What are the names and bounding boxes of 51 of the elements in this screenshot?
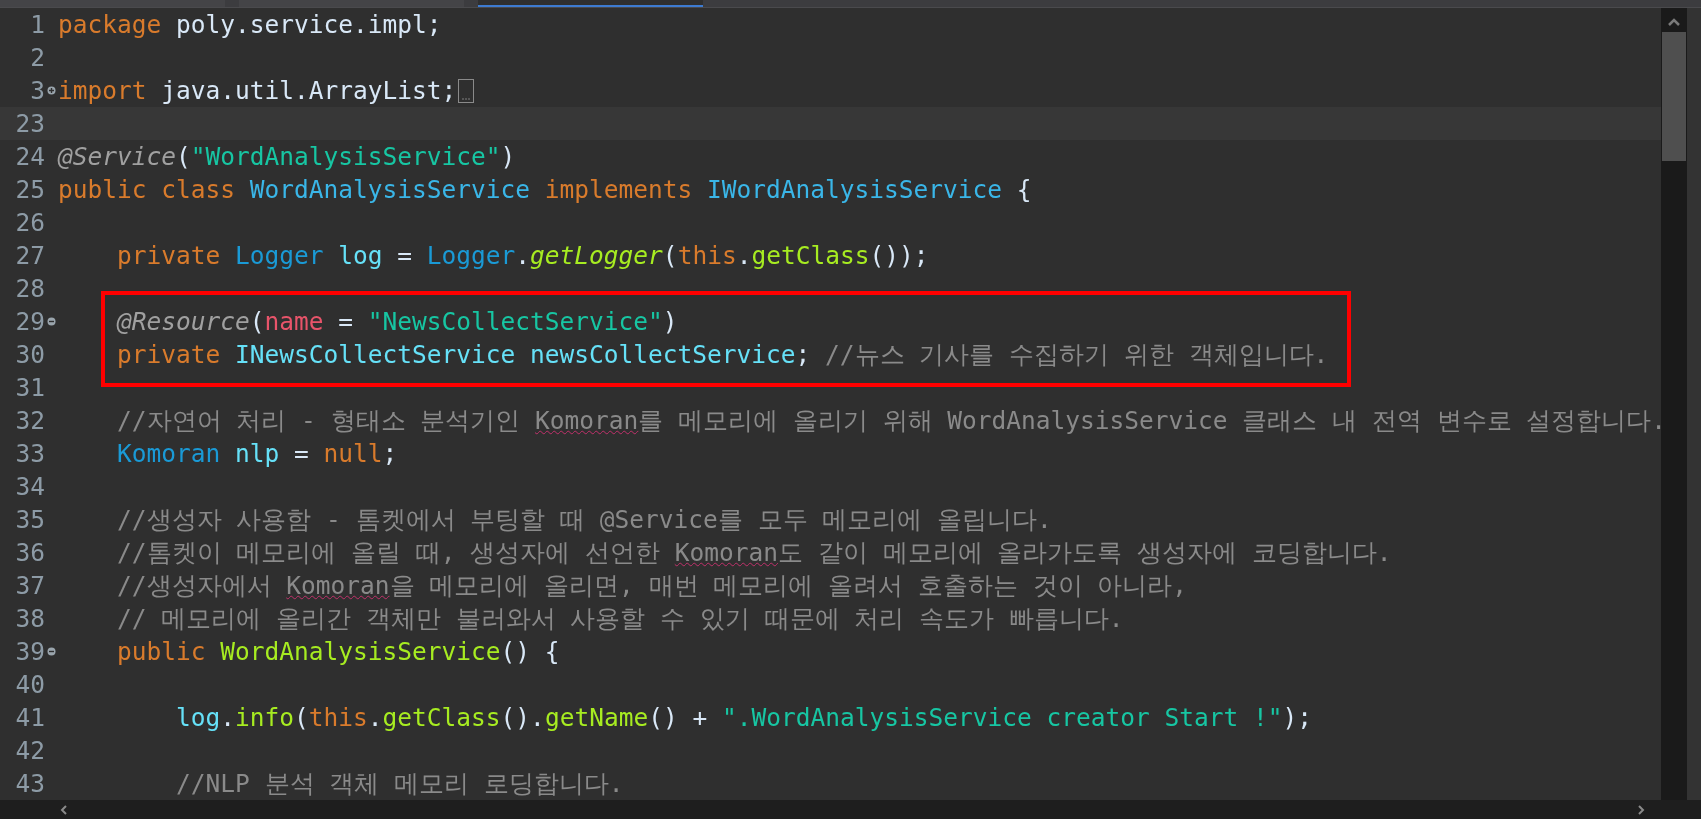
- code-line: public class WordAnalysisService implements IWordAnalysisService {: [58, 174, 1032, 206]
- collapse-icon[interactable]: [47, 647, 56, 656]
- line-number: 24: [14, 141, 45, 173]
- scroll-right-icon[interactable]: [1638, 805, 1645, 815]
- code-line: private INewsCollectService newsCollectService; //뉴스 기사를 수집하기 위한 객체입니다.: [116, 339, 1329, 371]
- code-line: @Service("WordAnalysisService"): [58, 141, 516, 173]
- line-number: 25: [14, 174, 45, 206]
- line-number: 34: [14, 471, 45, 503]
- editor-tab[interactable]: [478, 0, 703, 7]
- code-line: private Logger log = Logger.getLogger(this.getClass());: [116, 240, 929, 272]
- line-number: 27: [14, 240, 45, 272]
- vertical-scrollbar[interactable]: [1661, 8, 1687, 800]
- line-number: 40: [14, 669, 45, 701]
- line-number: 36: [14, 537, 45, 569]
- line-number: 41: [14, 702, 45, 734]
- code-line: // 메모리에 올리간 객체만 불러와서 사용할 수 있기 때문에 처리 속도가 빠릅니다.: [116, 603, 1124, 635]
- line-number: 23: [14, 108, 45, 140]
- scroll-up-icon[interactable]: [1668, 18, 1680, 26]
- code-line: //자연어 처리 - 형태소 분석기인 Komoran를 메모리에 올리기 위해 WordAnalysisService 클래스 내 전역 변수로 설정합니다.: [116, 405, 1661, 437]
- line-number: 2: [29, 42, 45, 74]
- line-number: 35: [14, 504, 45, 536]
- code-line: package poly.service.impl;: [58, 9, 442, 41]
- line-number: 3: [29, 75, 45, 107]
- line-number: 26: [14, 207, 45, 239]
- collapse-icon[interactable]: [47, 317, 56, 326]
- line-number: 33: [14, 438, 45, 470]
- collapsed-code-icon[interactable]: [458, 78, 475, 103]
- line-number: 28: [14, 273, 45, 305]
- line-number: 31: [14, 372, 45, 404]
- horizontal-scrollbar[interactable]: [0, 800, 1701, 819]
- line-number: 37: [14, 570, 45, 602]
- line-number: 29: [14, 306, 45, 338]
- code-line: //생성자 사용함 - 톰켓에서 부팅할 때 @Service를 모두 메모리에 올립니다.: [116, 504, 1052, 536]
- scroll-left-icon[interactable]: [60, 805, 67, 815]
- code-line: @Resource(name = "NewsCollectService"): [115, 306, 678, 338]
- expand-icon[interactable]: [47, 86, 56, 95]
- code-line: import java.util.ArrayList;: [58, 75, 457, 107]
- code-line: Komoran nlp = null;: [116, 438, 398, 470]
- line-number: 38: [14, 603, 45, 635]
- line-number: 1: [29, 9, 45, 41]
- line-number: 43: [14, 768, 45, 800]
- line-number: 39: [14, 636, 45, 668]
- code-line: //생성자에서 Komoran을 메모리에 올리면, 매번 메모리에 올려서 호출하는 것이 아니라,: [116, 570, 1188, 602]
- scroll-thumb[interactable]: [1662, 32, 1686, 161]
- code-line: //NLP 분석 객체 메모리 로딩합니다.: [175, 768, 624, 800]
- line-number: 42: [14, 735, 45, 767]
- code-line: public WordAnalysisService() {: [116, 636, 560, 668]
- code-line: log.info(this.getClass().getName() + ".WordAnalysisService creator Start !");: [175, 702, 1312, 734]
- code-line: //톰켓이 메모리에 올릴 때, 생성자에 선언한 Komoran도 같이 메모리에 올라가도록 생성자에 코딩합니다.: [116, 537, 1392, 569]
- line-number: 32: [14, 405, 45, 437]
- line-number: 30: [14, 339, 45, 371]
